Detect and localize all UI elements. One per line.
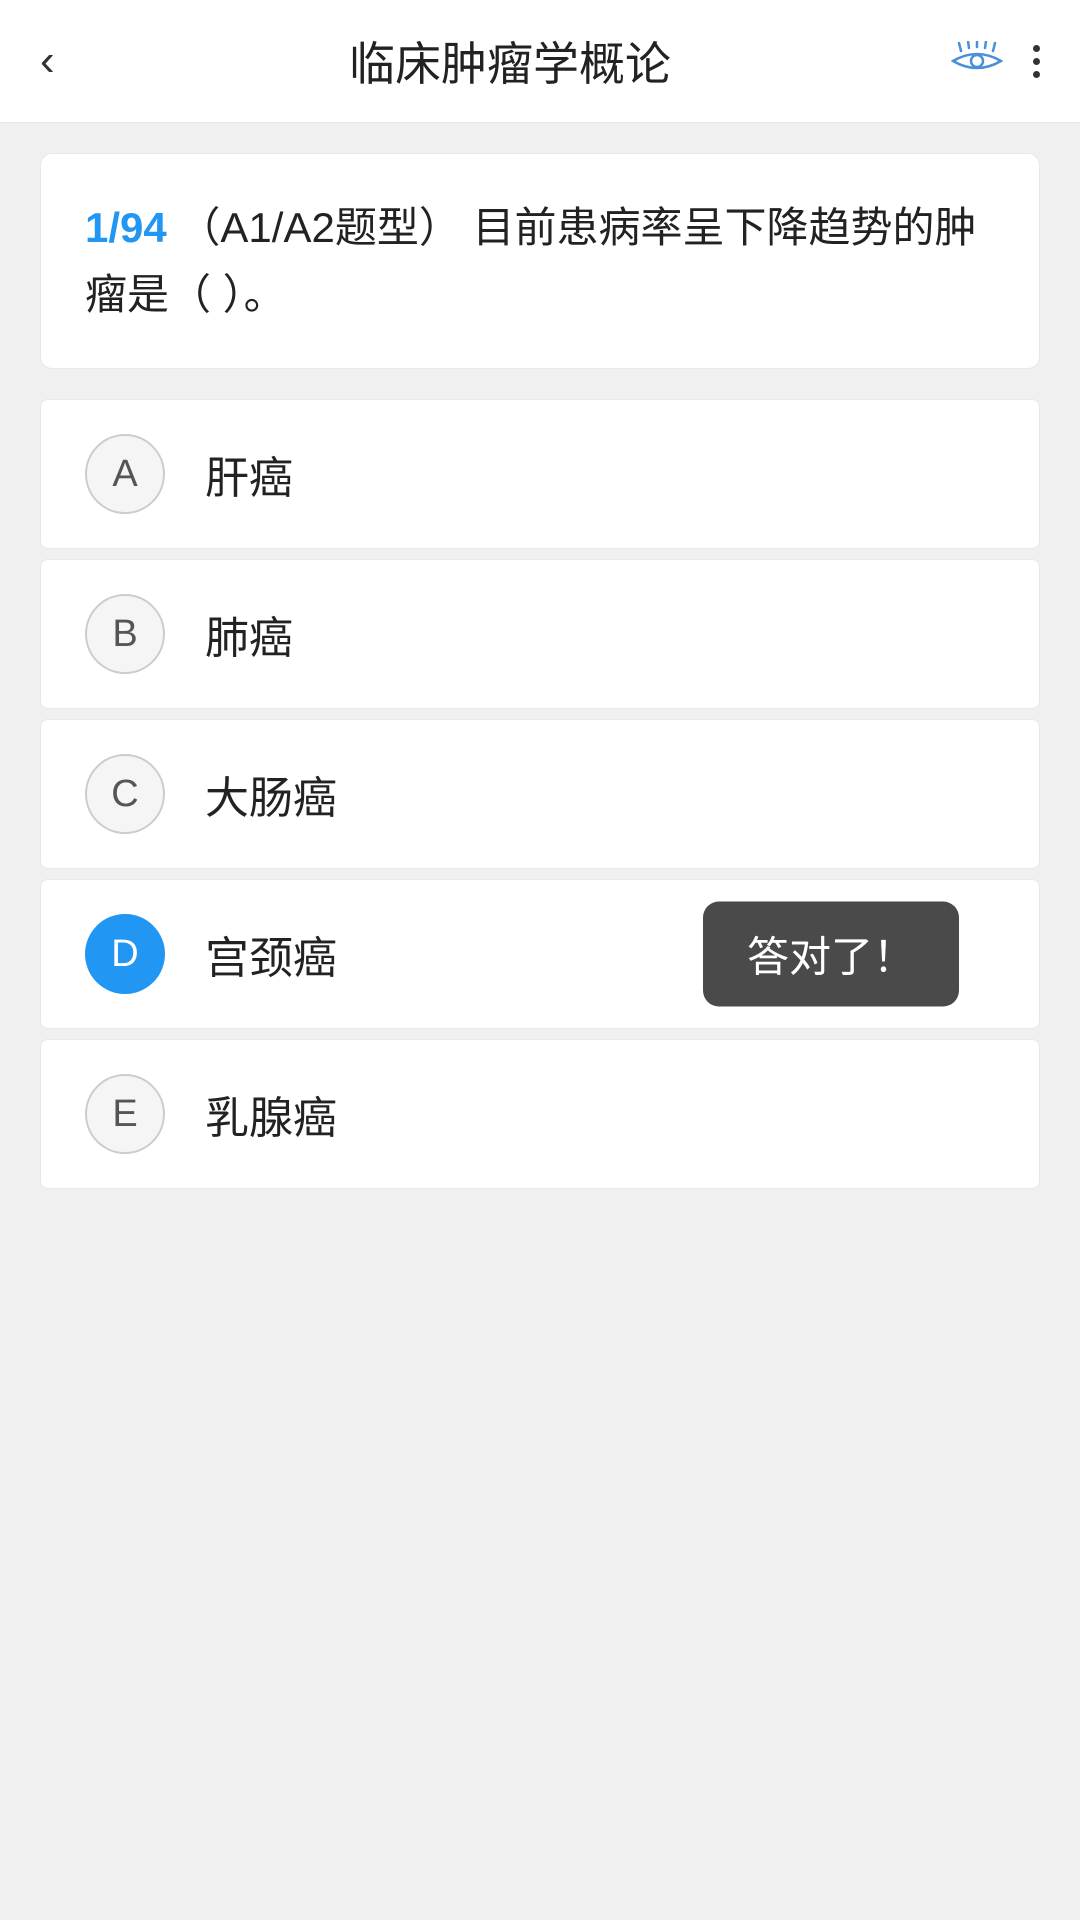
option-e[interactable]: E 乳腺癌 (40, 1039, 1040, 1189)
option-a-circle: A (85, 434, 165, 514)
back-button[interactable]: ‹ (40, 36, 100, 86)
option-a[interactable]: A 肝癌 (40, 399, 1040, 549)
more-options-icon[interactable] (1033, 45, 1040, 78)
option-a-text: 肝癌 (205, 442, 293, 506)
option-d-circle: D (85, 914, 165, 994)
option-b-circle: B (85, 594, 165, 674)
option-e-text: 乳腺癌 (205, 1082, 337, 1146)
app-header: ‹ 临床肿瘤学概论 (0, 0, 1080, 123)
question-number: 1/94 (85, 204, 167, 251)
header-icons (920, 40, 1040, 82)
option-b[interactable]: B 肺癌 (40, 559, 1040, 709)
correct-tooltip: 答对了！ (703, 902, 959, 1007)
option-c-circle: C (85, 754, 165, 834)
main-content: 1/94 （A1/A2题型） 目前患病率呈下降趋势的肿瘤是（ ）。 A 肝癌 B… (0, 123, 1080, 1920)
question-type: （A1/A2题型） (178, 204, 460, 251)
option-c[interactable]: C 大肠癌 (40, 719, 1040, 869)
question-text: 1/94 （A1/A2题型） 目前患病率呈下降趋势的肿瘤是（ ）。 (85, 194, 995, 328)
option-b-text: 肺癌 (205, 602, 293, 666)
eye-icon[interactable] (951, 40, 1003, 82)
option-d[interactable]: D 宫颈癌 答对了！ (40, 879, 1040, 1029)
option-e-circle: E (85, 1074, 165, 1154)
option-c-text: 大肠癌 (205, 762, 337, 826)
question-card: 1/94 （A1/A2题型） 目前患病率呈下降趋势的肿瘤是（ ）。 (40, 153, 1040, 369)
options-list: A 肝癌 B 肺癌 C 大肠癌 D 宫颈癌 答对了！ E 乳腺癌 (40, 399, 1040, 1189)
option-d-text: 宫颈癌 (205, 922, 337, 986)
page-title: 临床肿瘤学概论 (100, 28, 920, 94)
